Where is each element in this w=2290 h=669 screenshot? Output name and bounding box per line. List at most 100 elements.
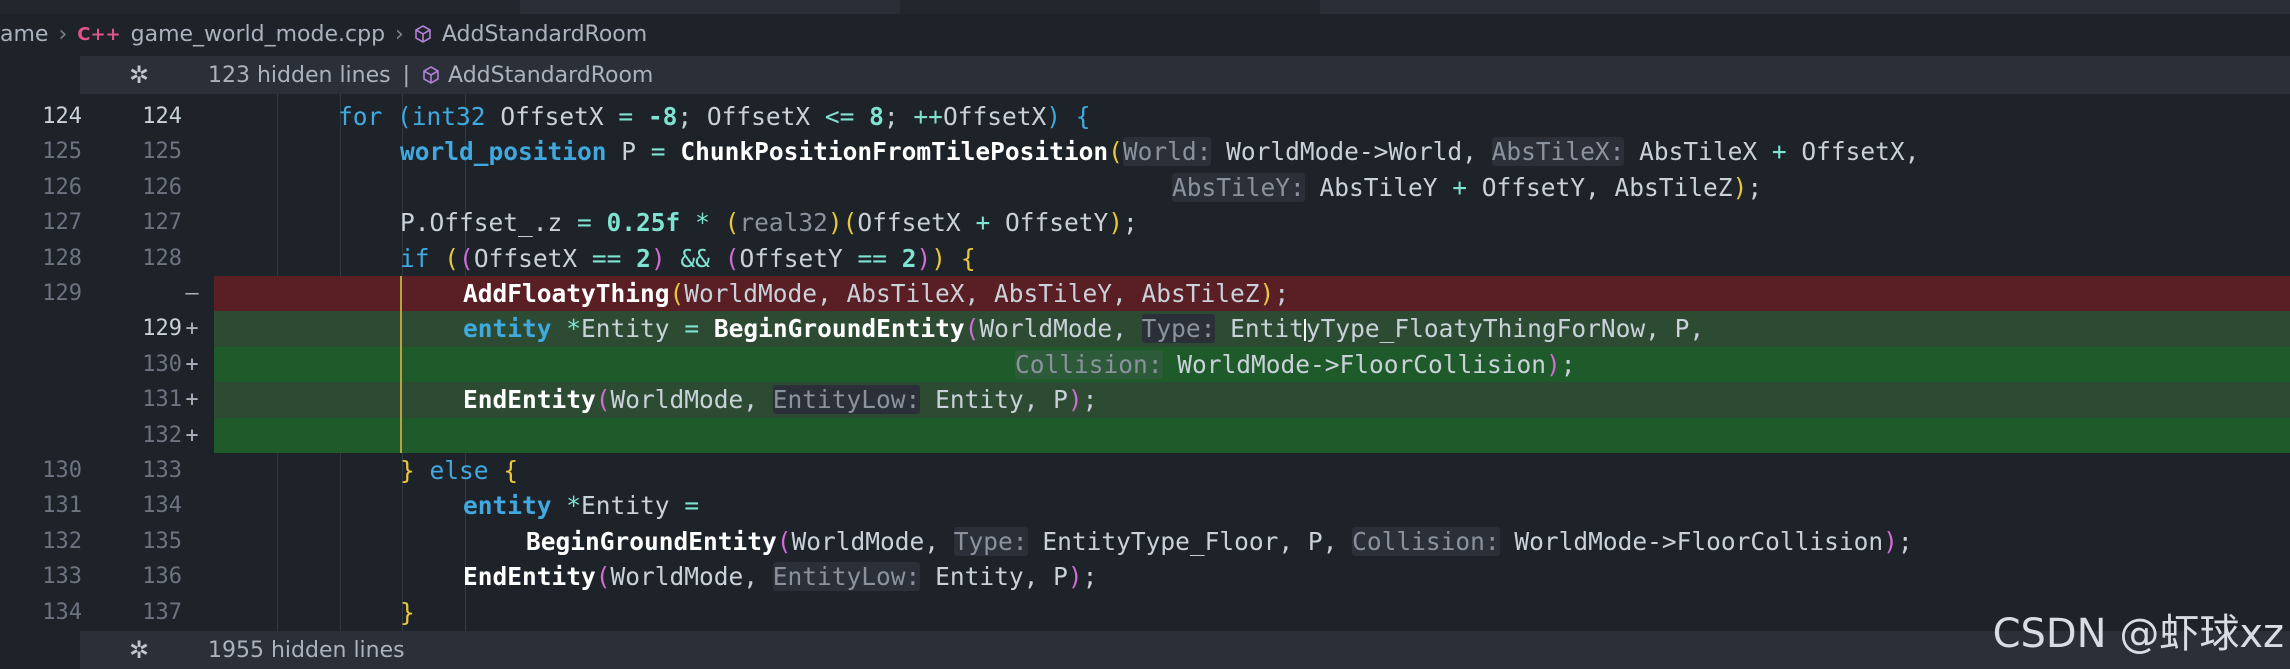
inlay-hint: Collision: [1015,349,1163,379]
watermark: CSDN @虾球xz [1992,611,2284,657]
code-line[interactable]: 133 136 EndEntity(WorldMode, EntityLow: … [0,559,2290,594]
chevron-right-icon: › [58,21,68,47]
new-line-number: 131 [142,387,182,413]
token: ( [964,314,980,344]
inlay-hint: AbsTileX: [1491,137,1625,167]
token: } [400,597,415,627]
token: * [566,314,582,344]
breadcrumb-item-symbol[interactable]: AddStandardRoom [442,22,647,47]
new-line-number: 125 [142,139,182,165]
new-line-number: 127 [142,210,182,236]
code-line[interactable]: 134 137 } [0,595,2290,630]
code-line-deleted[interactable]: 129 — AddFloatyThing(WorldMode, AbsTileX… [0,276,2290,312]
old-line-number: 129 [42,281,82,306]
token: == [591,243,622,273]
token: WorldMode, AbsTileX, AbsTileY, AbsTileZ [684,279,1260,308]
token: P [606,137,651,167]
token: + [975,208,991,238]
code-text: entity *Entity = [463,488,699,523]
code-line-added[interactable]: 129 + entity *Entity = BeginGroundEntity… [0,311,2290,347]
token: ; [883,102,914,131]
diff-marker: + [185,422,199,448]
token: * [695,208,710,238]
code-text: AddFloatyThing(WorldMode, AbsTileX, AbsT… [463,276,1289,311]
token: ) [1108,208,1123,238]
old-line-number: 126 [42,174,82,200]
unfold-icon[interactable]: ✲ [116,636,162,664]
token: ) [1883,526,1898,556]
diff-marker: — [185,281,199,306]
new-line-number: 128 [142,245,182,271]
token: ( [595,562,611,592]
token: + [1771,137,1787,167]
code-text: if ((OffsetX == 2) && (OffsetY == 2)) { [400,241,976,278]
token: ; [1082,562,1098,592]
token: EndEntity [463,562,596,592]
token: ChunkPositionFromTilePosition [680,137,1109,167]
old-line-number [0,418,82,453]
code-text: AbsTileY: AbsTileY + OffsetY, AbsTileZ); [1172,170,1762,205]
token: entity [463,491,552,521]
inlay-hint: World: [1122,137,1212,167]
token: ) [650,243,666,273]
token: <= [824,102,855,131]
token: ; [1560,349,1576,379]
token: if [400,243,430,273]
token: int32 [411,102,486,131]
token: && [680,243,710,273]
code-line[interactable]: 124 124 for (int32 OffsetX = -8; OffsetX… [0,99,2290,134]
code-line[interactable]: 130 133 } else { [0,453,2290,488]
breadcrumb-item-folder[interactable]: ame [0,22,48,47]
code-text: } else { [400,453,518,488]
token: ( [444,243,460,273]
new-line-number: 126 [142,174,182,200]
fold-bar-top[interactable]: ✲ 123 hidden lines | AddStandardRoom [80,56,2290,94]
token: OffsetX [942,102,1047,131]
fold-bar-bottom[interactable]: ✲ 1955 hidden lines [80,631,2290,669]
token: OffsetY, AbsTileZ [1467,172,1733,202]
code-line-added[interactable]: 132 + [0,417,2290,453]
added-line-highlight [214,417,2290,453]
new-line-number: 130 [142,351,182,377]
code-line[interactable]: 131 134 entity *Entity = [0,488,2290,523]
token: 0.25f [606,208,681,238]
token: ; [1082,385,1098,415]
token: yType_FloatyThingForNow, P, [1305,314,1705,344]
unfold-icon[interactable]: ✲ [116,61,162,89]
code-line-added[interactable]: 130 + Collision: WorldMode->FloorCollisi… [0,346,2290,383]
hidden-lines-label: 123 hidden lines [208,62,391,88]
token: WorldMode->World, [1211,137,1492,167]
code-line[interactable]: 132 135 BeginGroundEntity(WorldMode, Typ… [0,524,2290,559]
fold-separator: | [402,62,411,88]
inlay-hint: Type: [953,526,1028,556]
token: ( [459,243,474,273]
old-line-number: 125 [42,139,82,165]
code-line[interactable]: 128 128 if ((OffsetX == 2) && (OffsetY =… [0,241,2290,278]
token: ( [842,208,858,238]
token: + [1452,172,1468,202]
code-line[interactable]: 126 126 AbsTileY: AbsTileY + OffsetY, Ab… [0,170,2290,205]
new-line-number: 132 [142,422,182,448]
token: = [618,102,634,131]
code-text: Collision: WorldMode->FloorCollision); [1015,347,1576,382]
code-line[interactable]: 125 125 world_position P = ChunkPosition… [0,134,2290,169]
new-line-number: 135 [142,528,182,554]
inlay-hint: AbsTileY: [1172,172,1305,202]
code-line-added[interactable]: 131 + EndEntity(WorldMode, EntityLow: En… [0,382,2290,418]
code-text: EndEntity(WorldMode, EntityLow: Entity, … [463,382,1097,417]
token: = [650,137,666,167]
breadcrumb-item-file[interactable]: game_world_mode.cpp [131,22,385,47]
token: ++ [913,102,943,131]
code-line[interactable]: 127 127 P.Offset_.z = 0.25f * (real32)(O… [0,205,2290,240]
tab-strip-segment [1320,0,2290,14]
hidden-lines-label: 1955 hidden lines [208,637,405,663]
